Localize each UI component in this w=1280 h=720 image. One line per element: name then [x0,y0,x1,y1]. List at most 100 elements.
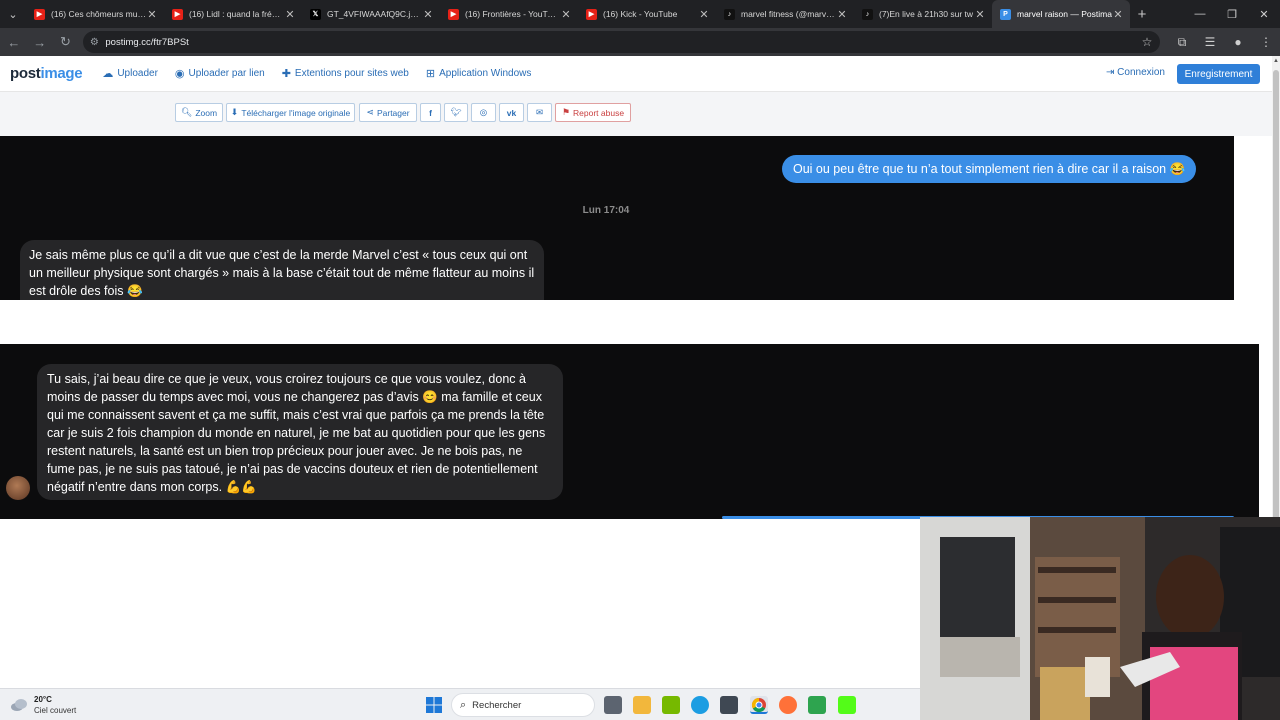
sign-in-icon: ⇥ [1106,67,1118,78]
incoming-message-bubble: Tu sais, j’ai beau dire ce que je veux, … [37,364,563,500]
more-menu-icon[interactable]: ⋮ [1252,35,1280,50]
windows-start-icon[interactable] [425,696,443,714]
tab-2[interactable]: ▶ (16) Lidl : quand la fréque ✕ [164,0,302,28]
edge-icon[interactable] [691,696,709,714]
upload-by-link-label: Uploader par lien [188,68,265,79]
tab-7[interactable]: ♪ (7)En live à 21h30 sur tw ✕ [854,0,992,28]
streamlabs-icon[interactable] [808,696,826,714]
tab-4[interactable]: ▶ (16) Frontières - YouTube ✕ [440,0,578,28]
tab-3[interactable]: 𝕏 GT_4VFIWAAAfQ9C.jpg:la ✕ [302,0,440,28]
close-icon[interactable]: ✕ [1112,8,1124,21]
register-button[interactable]: Enregistrement [1177,64,1260,84]
download-original-button[interactable]: ⬇ Télécharger l'image originale [226,103,355,122]
upload-link[interactable]: ☁ Uploader [102,67,158,80]
upload-label: Uploader [117,68,158,79]
tiktok-icon: ♪ [862,8,873,20]
zoom-button[interactable]: 🔍︎ Zoom [175,103,223,122]
windows-taskbar: 20°C Ciel couvert ⌕ Rechercher [0,688,920,720]
facebook-share-button[interactable]: f [420,103,441,122]
close-icon[interactable]: ✕ [146,8,158,21]
extensions-icon[interactable]: ⧉ [1168,35,1196,50]
facebook-icon: f [429,107,432,118]
close-icon[interactable]: ✕ [422,8,434,21]
close-icon[interactable]: ✕ [974,8,986,21]
tab-8-active[interactable]: P marvel raison — Postima ✕ [992,0,1130,28]
minimize-icon[interactable]: — [1184,0,1216,28]
tab-title: (16) Kick - YouTube [603,9,678,19]
url-bar[interactable]: ⚙ postimg.cc/ftr7BPSt ☆ [83,31,1161,53]
reload-icon[interactable]: ↻ [54,30,78,54]
browser-action-icons: ⧉ ☰ ● ⋮ [1168,35,1280,50]
incoming-message-bubble: Je sais même plus ce qu’il a dit vue que… [20,240,544,300]
reading-list-icon[interactable]: ☰ [1196,35,1224,50]
tab-1[interactable]: ▶ (16) Ces chômeurs multip ✕ [26,0,164,28]
store-icon[interactable] [720,696,738,714]
chrome-icon[interactable] [750,696,768,714]
site-header: postimage ☁ Uploader ◉ Uploader par lien ✚… [0,56,1272,92]
postimage-logo[interactable]: postimage [10,65,83,82]
windows-app-link[interactable]: ⊞ Application Windows [426,67,531,80]
upload-by-link[interactable]: ◉ Uploader par lien [175,67,265,80]
login-label: Connexion [1117,67,1165,78]
image-toolbar: 🔍︎ Zoom ⬇ Télécharger l'image originale ⋖ P… [0,92,1272,136]
share-icon: ⋖ [366,107,374,117]
profile-icon[interactable]: ● [1224,35,1252,50]
reddit-icon: ◎ [479,107,488,117]
site-info-icon[interactable]: ⚙ [83,37,105,48]
puzzle-icon: ✚ [281,68,291,80]
new-tab-icon[interactable]: + [1130,6,1154,23]
search-icon: 🔍︎ [180,107,193,117]
share-label: Partager [376,107,410,118]
close-icon[interactable]: ✕ [284,8,296,21]
extensions-link[interactable]: ✚ Extentions pour sites web [282,67,409,80]
bookmark-star-icon[interactable]: ☆ [1134,35,1160,49]
search-icon: ⌕ [460,698,467,711]
image-gap [0,300,1272,344]
tab-title: GT_4VFIWAAAfQ9C.jpg:la [327,9,422,19]
forward-icon[interactable]: → [28,30,52,54]
file-explorer-icon[interactable] [633,696,651,714]
message-timestamp: Lun 17:04 [582,205,630,216]
scroll-up-icon[interactable]: ▲ [1273,58,1279,64]
share-button[interactable]: ⋖ Partager [359,103,417,122]
firefox-icon[interactable] [779,696,797,714]
tab-5[interactable]: ▶ (16) Kick - YouTube ✕ [578,0,716,28]
kick-icon[interactable] [838,696,856,714]
tab-6[interactable]: ♪ marvel fitness (@marvel.f ✕ [716,0,854,28]
weather-temperature[interactable]: 20°C [34,695,52,704]
avatar [6,476,30,500]
taskbar-search[interactable]: ⌕ Rechercher [451,693,595,717]
weather-description[interactable]: Ciel couvert [34,706,76,715]
login-link[interactable]: ⇥ Connexion [1106,67,1165,78]
download-icon: ⬇ [230,107,239,117]
scrollbar-thumb[interactable] [1273,70,1279,558]
tab-title: (16) Frontières - YouTube [465,9,560,19]
close-icon[interactable]: ✕ [698,8,710,21]
report-abuse-button[interactable]: ⚑ Report abuse [555,103,631,122]
tiktok-icon: ♪ [724,8,735,20]
browser-tab-strip: ⌄ ▶ (16) Ces chômeurs multip ✕ ▶ (16) Li… [0,0,1280,28]
x-icon: 𝕏 [310,8,321,20]
windows-icon: ⊞ [425,68,436,80]
task-view-icon[interactable] [604,696,622,714]
tab-search-chevron-icon[interactable]: ⌄ [0,0,26,28]
extensions-label: Extentions pour sites web [294,68,409,79]
nvidia-icon[interactable] [662,696,680,714]
email-share-button[interactable]: ✉ [527,103,552,122]
vk-share-button[interactable]: vk [499,103,524,122]
address-bar-row: ← → ↻ ⚙ postimg.cc/ftr7BPSt ☆ ⧉ ☰ ● ⋮ [0,28,1280,56]
zoom-label: Zoom [195,107,218,118]
back-icon[interactable]: ← [2,30,26,54]
close-icon[interactable]: ✕ [560,8,572,21]
cloud-upload-icon: ☁ [102,68,114,80]
youtube-icon: ▶ [448,8,459,20]
close-icon[interactable]: ✕ [836,8,848,21]
restore-icon[interactable]: ❐ [1216,0,1248,28]
youtube-icon: ▶ [34,8,45,20]
close-window-icon[interactable]: ✕ [1248,0,1280,28]
tab-title: marvel fitness (@marvel.f [741,9,836,19]
youtube-icon: ▶ [172,8,183,20]
flag-icon: ⚑ [561,107,571,117]
twitter-share-button[interactable]: 🐦︎ [444,103,468,122]
reddit-share-button[interactable]: ◎ [471,103,496,122]
